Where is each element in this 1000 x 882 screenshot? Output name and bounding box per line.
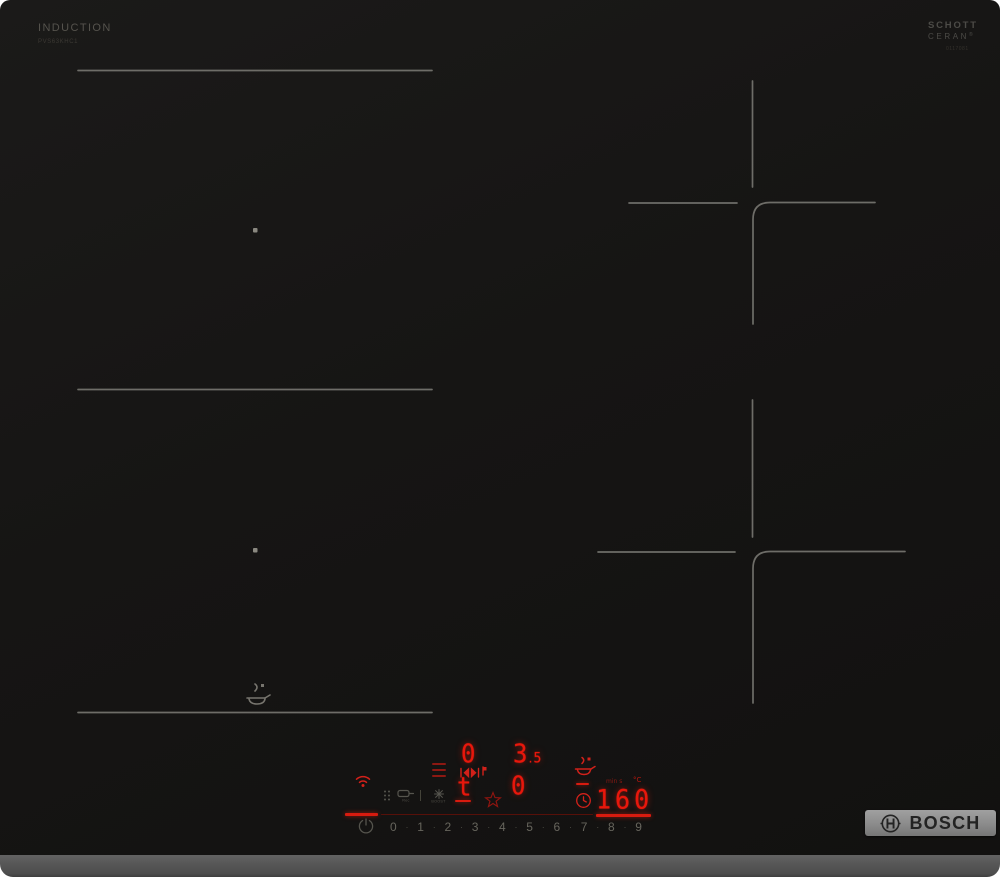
display-front-left[interactable]: t (457, 774, 471, 800)
celsius-label: °C (633, 776, 642, 784)
level-3[interactable]: 3 (472, 820, 479, 834)
front-trim-strip (0, 855, 1000, 877)
pan-on-key-label: Rec (401, 799, 410, 803)
zone-center-dot-front-left (253, 548, 258, 553)
product-image: INDUCTION PVS63KHC1 SCHOTT CERAN® 011708… (0, 0, 1000, 882)
frying-sensor-icon[interactable] (573, 756, 597, 778)
display-front-right[interactable]: 0 (511, 773, 525, 799)
boost-key-label: BOOST (431, 800, 446, 804)
timer-clock-icon[interactable] (575, 792, 592, 809)
level-0[interactable]: 0 (390, 820, 397, 834)
function-key-cluster[interactable]: Rec BOOST (383, 789, 450, 806)
favorite-star-icon[interactable] (484, 791, 502, 809)
level-5[interactable]: 5 (526, 820, 533, 834)
dots-grid-icon[interactable] (383, 789, 391, 802)
pan-on-icon (397, 789, 414, 798)
level-9[interactable]: 9 (635, 820, 642, 834)
display-rear-left[interactable]: 0 (461, 741, 475, 767)
slider-line-right (596, 814, 651, 817)
fry-sensor-zone-icon (246, 683, 271, 705)
power-icon[interactable] (357, 817, 375, 835)
temperature-display: 160 (596, 783, 654, 816)
level-8[interactable]: 8 (608, 820, 615, 834)
sensor-flag (261, 684, 264, 687)
level-7[interactable]: 7 (581, 820, 588, 834)
front-right-cross-corner (752, 550, 906, 704)
bosch-wordmark: BOSCH (909, 812, 981, 833)
zone-center-dot-rear-left (253, 228, 258, 233)
display-rear-right[interactable]: 3.5 (513, 741, 541, 767)
level-4[interactable]: 4 (499, 820, 506, 834)
wifi-icon[interactable] (354, 774, 372, 788)
slider-line-left (345, 813, 378, 816)
rear-right-cross-corner (752, 201, 876, 325)
boost-key[interactable]: BOOST (427, 789, 450, 806)
power-level-slider[interactable]: 0 · 1 · 2 · 3 · 4 · 5 · 6 · 7 · 8 · 9 (390, 820, 642, 834)
level-2[interactable]: 2 (445, 820, 452, 834)
level-1[interactable]: 1 (417, 820, 424, 834)
key-divider (420, 790, 421, 801)
frying-sensor-select-mark (576, 783, 589, 786)
bosch-symbol-icon (880, 813, 902, 833)
pan-on-key[interactable]: Rec (397, 789, 414, 805)
bosch-logo-badge: BOSCH (865, 810, 996, 836)
boost-snowflake-icon (433, 789, 444, 799)
front-left-select-mark (455, 800, 471, 802)
cooktop-glass: INDUCTION PVS63KHC1 SCHOTT CERAN® 011708… (0, 0, 1000, 855)
menu-lines-icon[interactable] (432, 763, 446, 781)
zone-markings (77, 69, 906, 714)
level-6[interactable]: 6 (554, 820, 561, 834)
